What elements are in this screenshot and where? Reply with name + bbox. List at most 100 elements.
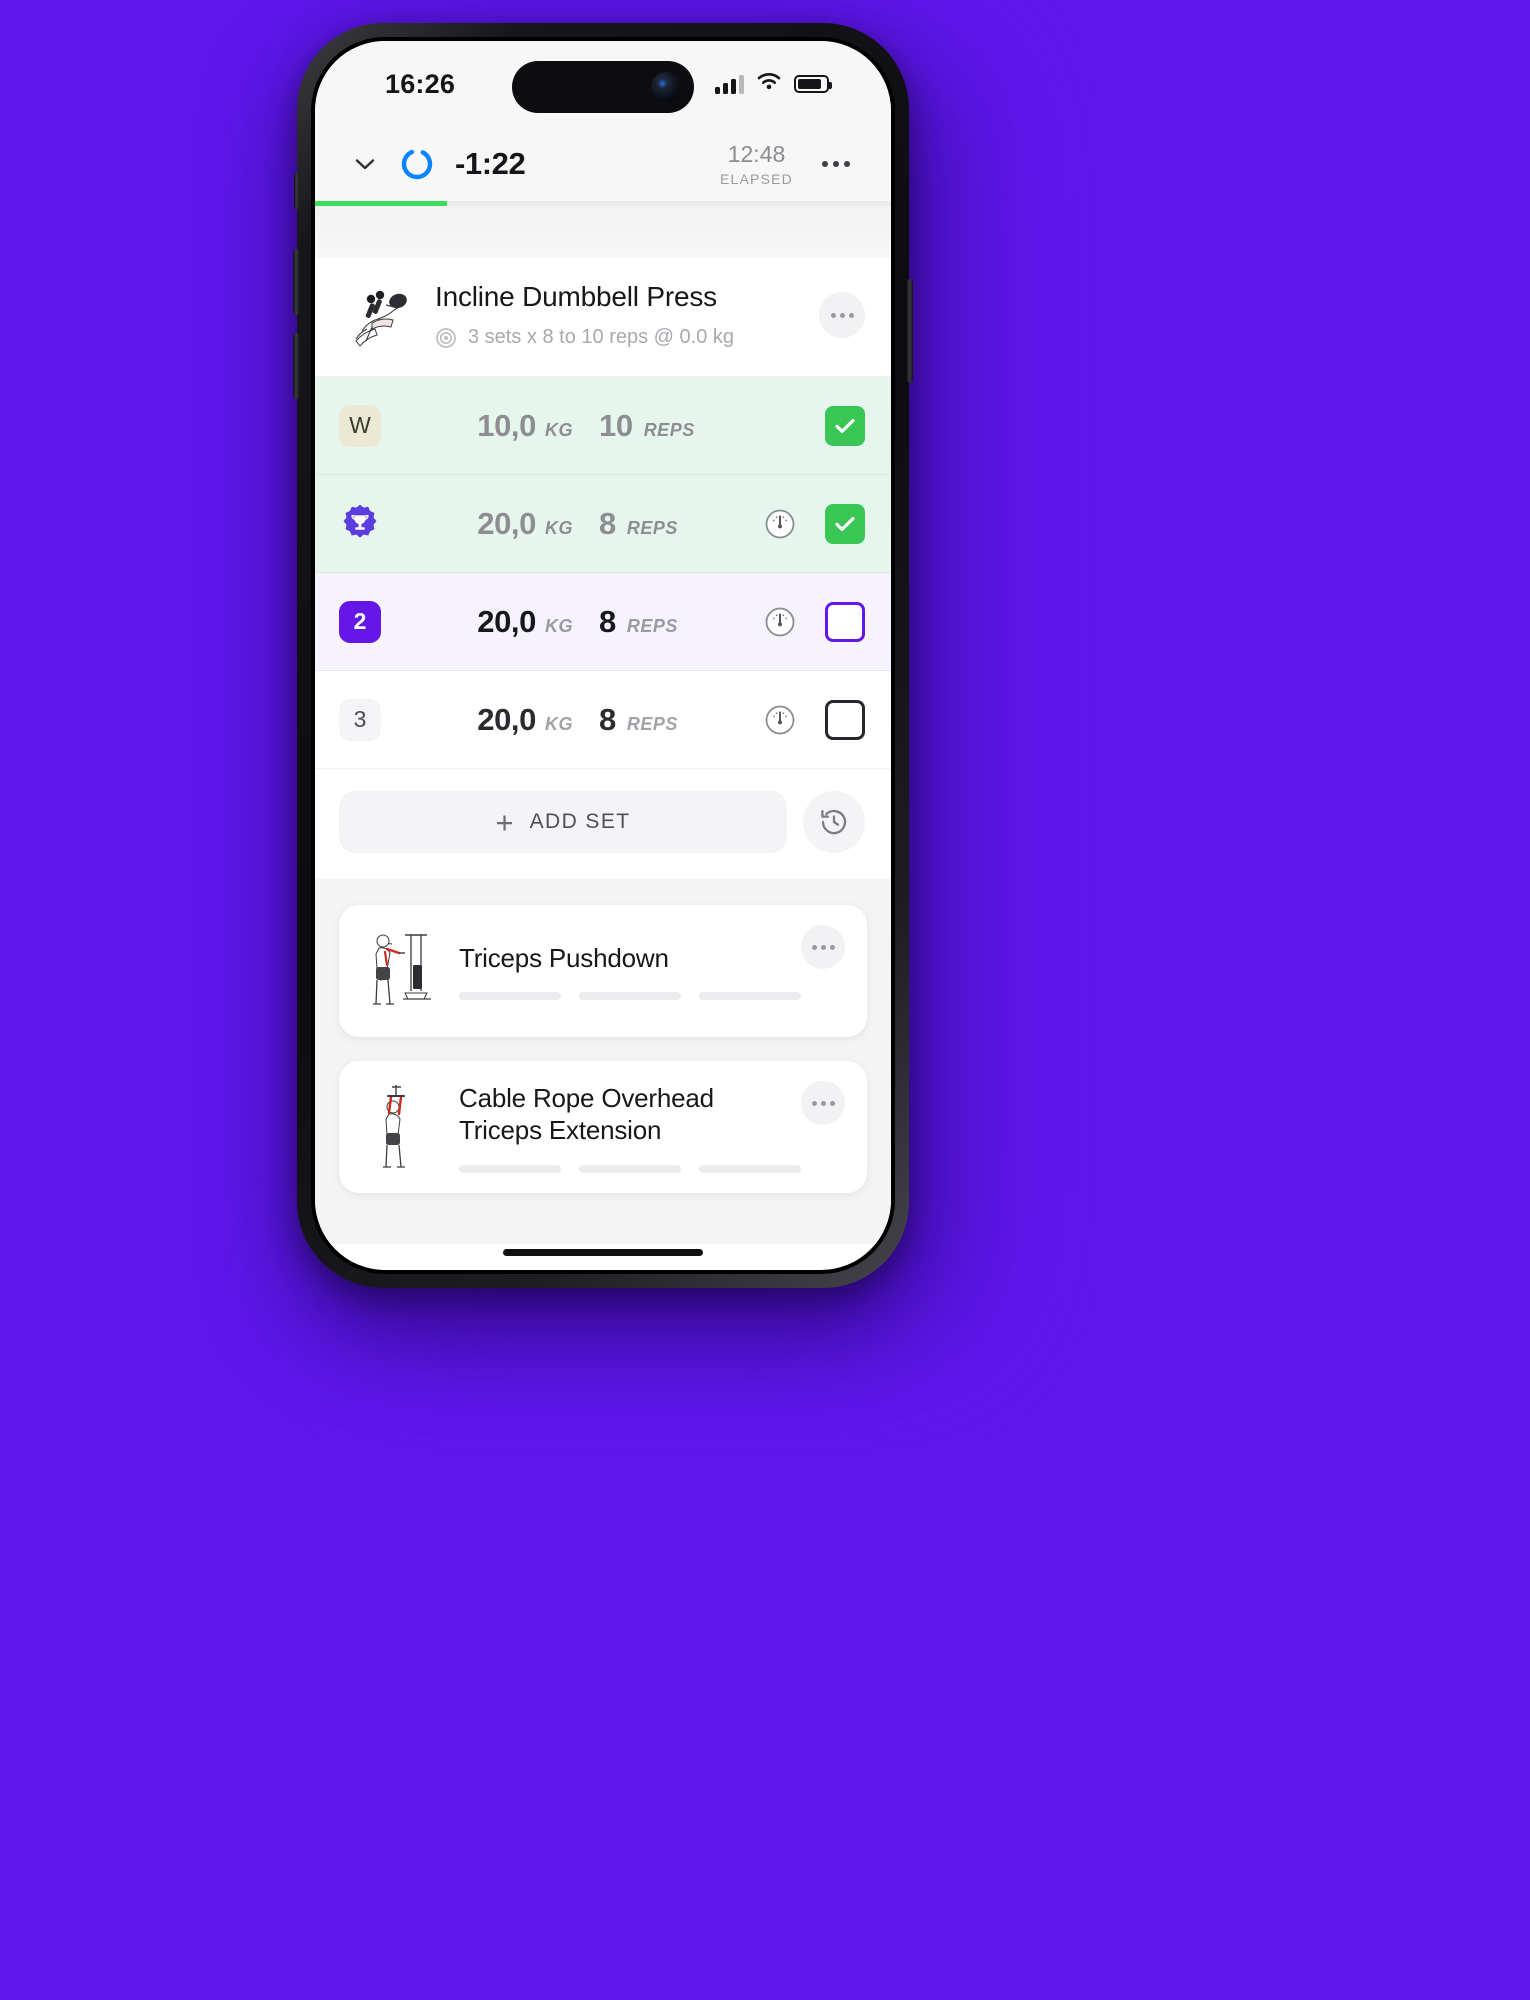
add-set-label: ADD SET <box>529 810 631 833</box>
set-weight-field[interactable]: 20,0 KG <box>381 506 577 542</box>
timer-ring-icon[interactable] <box>399 146 435 182</box>
upcoming-card-body: Triceps Pushdown <box>449 942 801 1001</box>
plus-icon: + <box>495 804 514 840</box>
active-exercise-title: Incline Dumbbell Press <box>435 281 717 312</box>
workout-scroll-area[interactable]: Incline Dumbbell Press 3 sets x 8 to 10 … <box>315 206 891 1244</box>
status-bar-indicators <box>715 71 832 97</box>
set-reps-field[interactable]: 8 REPS <box>577 702 727 738</box>
battery-icon <box>794 75 832 93</box>
active-exercise-header[interactable]: Incline Dumbbell Press 3 sets x 8 to 10 … <box>315 258 891 377</box>
set-weight-value: 20,0 <box>477 603 536 639</box>
list-item[interactable]: Cable Rope Overhead Triceps Extension <box>339 1061 867 1193</box>
add-set-button[interactable]: + ADD SET <box>339 791 787 853</box>
cellular-signal-icon <box>715 74 744 94</box>
status-bar-clock: 16:26 <box>385 69 456 99</box>
list-top-spacer <box>315 206 891 258</box>
cable-rope-overhead-triceps-extension-illustration <box>353 1077 449 1177</box>
upcoming-card-body: Cable Rope Overhead Triceps Extension <box>449 1082 801 1173</box>
set-weight-field[interactable]: 10,0 KG <box>381 408 577 444</box>
target-icon <box>435 327 457 349</box>
phone-screen: 16:26 -1:22 12:48 ELAPSED Incline Dumbbe… <box>315 41 891 1270</box>
placeholder-bars <box>459 1164 801 1173</box>
set-reps-value: 8 <box>599 505 616 541</box>
home-indicator[interactable] <box>503 1249 703 1256</box>
set-row[interactable]: 3 20,0 KG 8 REPS <box>315 671 891 769</box>
rest-timer-value: -1:22 <box>455 146 526 181</box>
set-reps-field[interactable]: 8 REPS <box>577 604 727 640</box>
power-button[interactable] <box>907 279 913 383</box>
set-reps-value: 10 <box>599 407 633 443</box>
triceps-pushdown-illustration <box>353 921 449 1021</box>
workout-more-menu-icon[interactable] <box>815 143 857 185</box>
upcoming-exercise-list: Triceps Pushdown Cable Rope Overhead Tri… <box>315 879 891 1193</box>
set-weight-unit: KG <box>545 419 573 440</box>
set-row[interactable]: W 10,0 KG 10 REPS <box>315 377 891 475</box>
set-weight-value: 10,0 <box>477 407 536 443</box>
set-reps-unit: REPS <box>626 517 678 538</box>
volume-up-button[interactable] <box>293 249 299 315</box>
set-list: W 10,0 KG 10 REPS 20,0 KG 8 REPS 2 20,0 KG 8 REPS 3 20,… <box>315 377 891 769</box>
set-reps-field[interactable]: 8 REPS <box>577 506 727 542</box>
placeholder-bars <box>459 992 801 1001</box>
set-reps-value: 8 <box>599 603 616 639</box>
active-exercise-summary-row: 3 sets x 8 to 10 reps @ 0.0 kg <box>435 326 819 349</box>
set-row[interactable]: 2 20,0 KG 8 REPS <box>315 573 891 671</box>
phone-frame: 16:26 -1:22 12:48 ELAPSED Incline Dumbbe… <box>293 23 913 1288</box>
list-item[interactable]: Triceps Pushdown <box>339 905 867 1037</box>
upcoming-exercise-title: Cable Rope Overhead Triceps Extension <box>459 1082 714 1146</box>
set-reps-unit: REPS <box>643 419 695 440</box>
volume-down-button[interactable] <box>293 333 299 399</box>
front-camera-icon <box>651 72 681 102</box>
set-index-badge[interactable]: 2 <box>339 600 381 643</box>
active-exercise-text: Incline Dumbbell Press 3 sets x 8 to 10 … <box>429 281 819 349</box>
set-index-badge[interactable]: 3 <box>339 698 381 741</box>
rpe-gauge-slot <box>753 703 807 737</box>
active-exercise-menu-icon[interactable] <box>819 292 865 338</box>
add-set-row: + ADD SET <box>315 769 891 879</box>
set-reps-field[interactable]: 10 REPS <box>577 408 727 444</box>
set-complete-checkbox[interactable] <box>825 699 865 740</box>
rpe-gauge-slot <box>753 507 807 541</box>
set-check-slot <box>807 405 865 446</box>
set-reps-value: 8 <box>599 701 616 737</box>
trophy-badge-icon[interactable] <box>339 503 381 545</box>
set-check-slot <box>807 601 865 642</box>
set-weight-unit: KG <box>545 615 573 636</box>
set-reps-unit: REPS <box>626 713 678 734</box>
set-complete-checkbox[interactable] <box>825 405 865 446</box>
rpe-gauge-icon[interactable] <box>763 507 797 541</box>
elapsed-time-label: ELAPSED <box>720 170 793 187</box>
upcoming-exercise-menu-icon[interactable] <box>801 1081 845 1125</box>
set-complete-checkbox[interactable] <box>825 503 865 544</box>
set-check-slot <box>807 503 865 544</box>
set-weight-field[interactable]: 20,0 KG <box>381 604 577 640</box>
status-bar: 16:26 <box>315 41 891 127</box>
set-weight-value: 20,0 <box>477 505 536 541</box>
incline-dumbbell-press-illustration <box>339 272 429 358</box>
set-reps-unit: REPS <box>626 615 678 636</box>
chevron-down-icon[interactable] <box>343 142 387 186</box>
set-complete-checkbox[interactable] <box>825 601 865 642</box>
active-exercise-block: Incline Dumbbell Press 3 sets x 8 to 10 … <box>315 258 891 879</box>
rpe-gauge-slot <box>753 605 807 639</box>
set-weight-value: 20,0 <box>477 701 536 737</box>
rpe-gauge-icon[interactable] <box>763 605 797 639</box>
set-row[interactable]: 20,0 KG 8 REPS <box>315 475 891 573</box>
set-weight-field[interactable]: 20,0 KG <box>381 702 577 738</box>
workout-header-bar: -1:22 12:48 ELAPSED <box>315 127 891 201</box>
silent-switch[interactable] <box>294 173 299 209</box>
rpe-gauge-icon[interactable] <box>763 703 797 737</box>
history-clock-icon[interactable] <box>803 791 865 853</box>
phone-bezel: 16:26 -1:22 12:48 ELAPSED Incline Dumbbe… <box>311 37 895 1274</box>
elapsed-time-block: 12:48 ELAPSED <box>720 140 793 187</box>
set-weight-unit: KG <box>545 713 573 734</box>
set-weight-unit: KG <box>545 517 573 538</box>
active-exercise-summary: 3 sets x 8 to 10 reps @ 0.0 kg <box>468 326 734 348</box>
set-index-badge[interactable]: W <box>339 404 381 447</box>
set-check-slot <box>807 699 865 740</box>
dynamic-island <box>512 61 694 113</box>
wifi-icon <box>755 71 783 97</box>
upcoming-exercise-title: Triceps Pushdown <box>459 942 669 973</box>
elapsed-time-value: 12:48 <box>727 140 786 167</box>
upcoming-exercise-menu-icon[interactable] <box>801 925 845 969</box>
